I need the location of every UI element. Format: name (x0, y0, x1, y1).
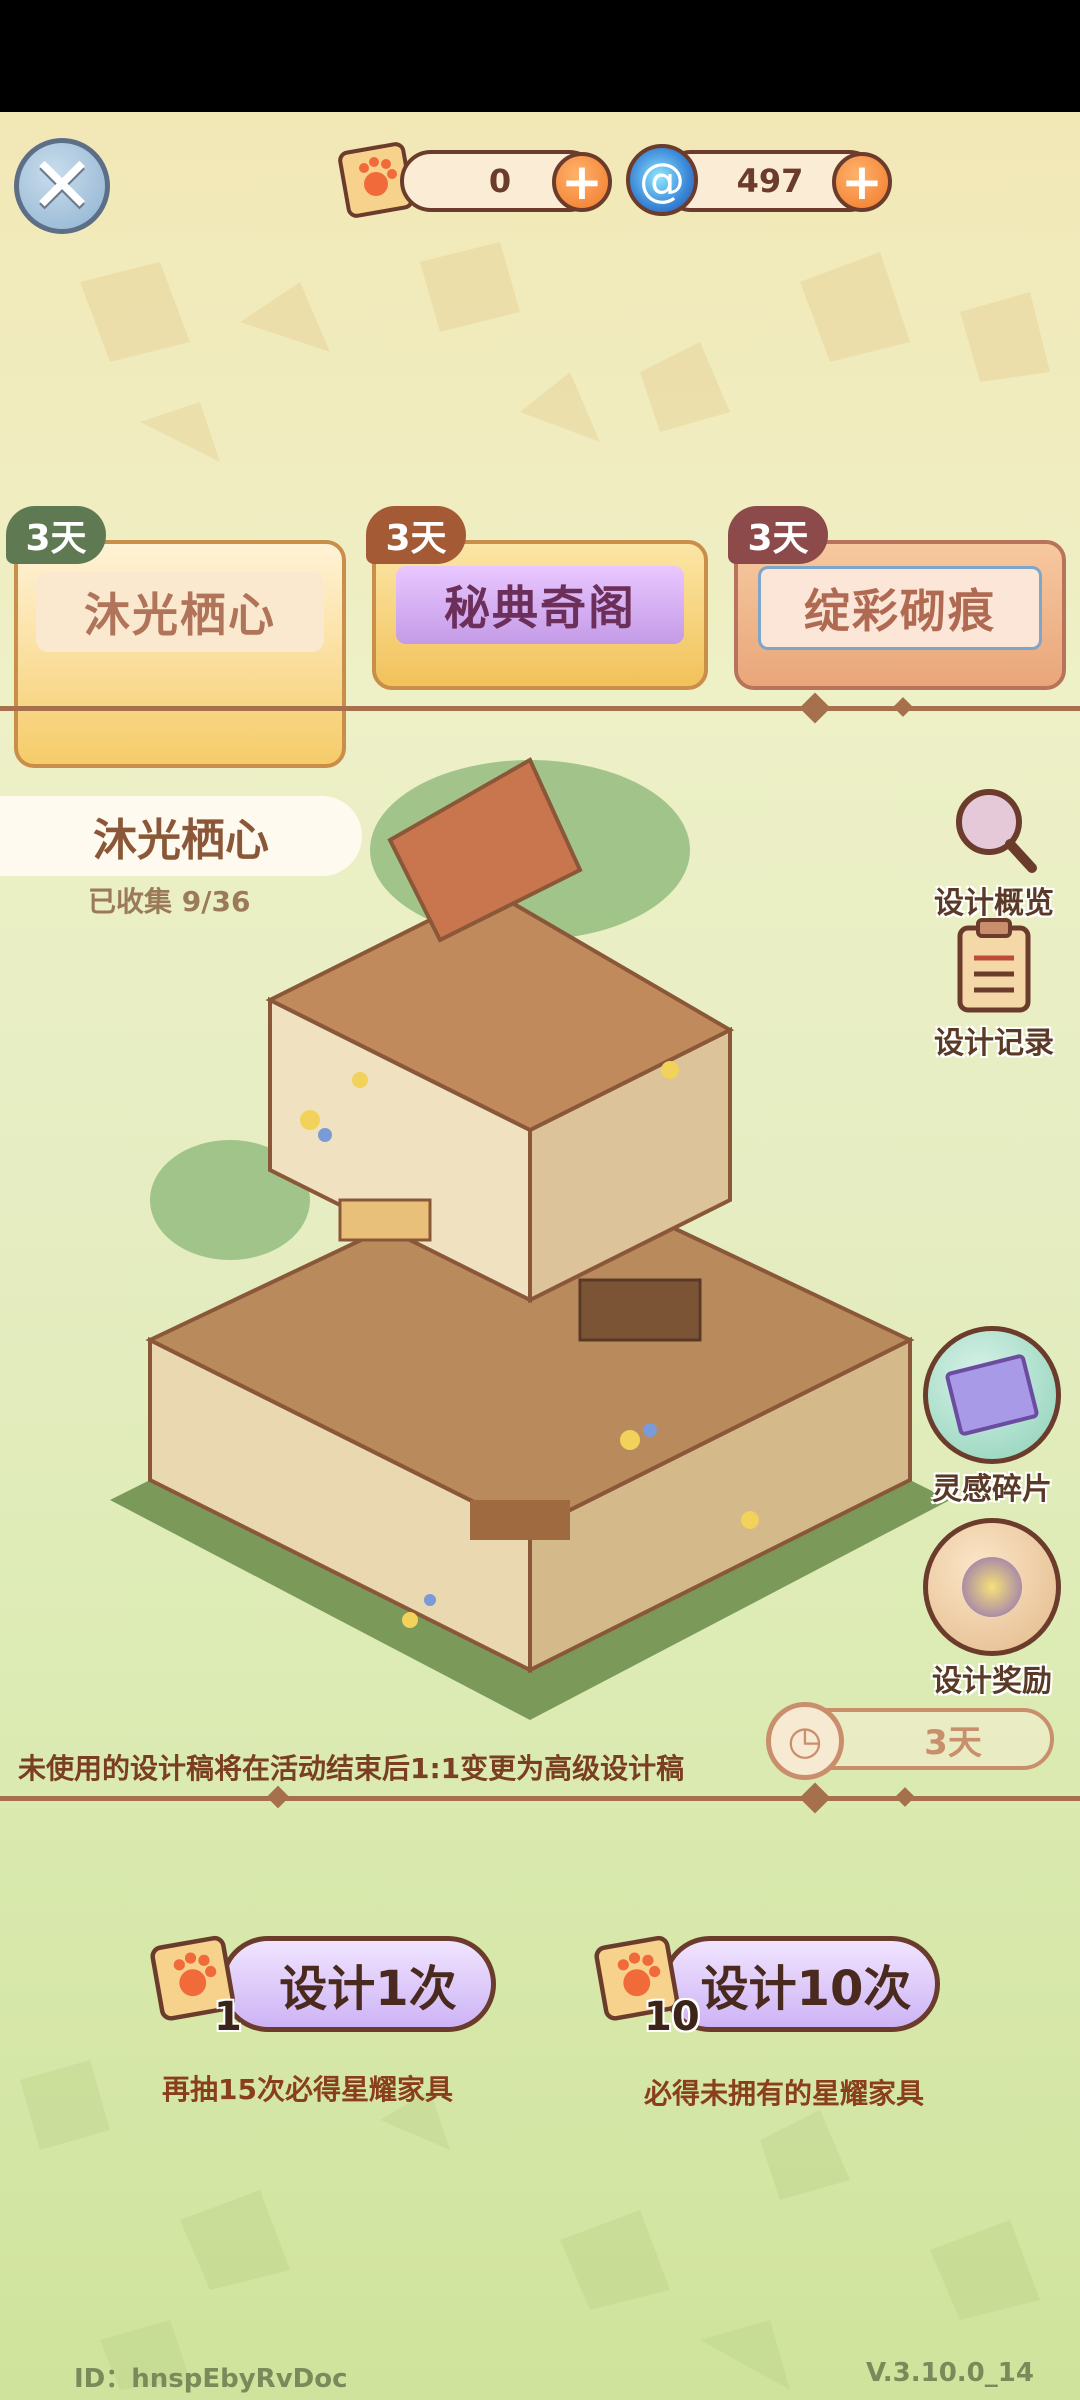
event-timer: ◷ 3天 (766, 1702, 1054, 1780)
tab-badge: 3天 (366, 506, 466, 564)
swirl-currency-icon: @ (626, 144, 698, 216)
confetti-decoration-bottom (20, 2060, 1040, 2390)
add-swirl-button[interactable]: + (832, 152, 892, 212)
add-paw-scroll-button[interactable]: + (552, 152, 612, 212)
divider-ornament (893, 697, 913, 717)
design-records-button[interactable]: 设计记录 (924, 918, 1064, 1062)
divider-ornament (895, 1787, 915, 1807)
tab-label: 秘典奇阁 (396, 566, 684, 644)
tab-label: 绽彩砌痕 (758, 566, 1042, 650)
design-once-button[interactable]: 设计1次 (220, 1936, 496, 2032)
design-ten-cost: 10 (644, 1994, 700, 2040)
clipboard-icon (957, 918, 1031, 1013)
conversion-notice: 未使用的设计稿将在活动结束后1:1变更为高级设计稿 (18, 1752, 685, 1785)
design-records-label: 设计记录 (934, 1026, 1054, 1061)
tab-badge: 3天 (728, 506, 828, 564)
design-once-cost: 1 (214, 1994, 242, 2040)
version-label: V.3.10.0_14 (866, 2358, 1034, 2388)
tab-label: 沐光栖心 (36, 572, 324, 652)
magnifier-icon (956, 789, 1037, 873)
fragment-icon (923, 1326, 1061, 1464)
divider-ornament (799, 692, 831, 724)
tab-badge: 3天 (6, 506, 106, 564)
clock-icon: ◷ (766, 1702, 844, 1780)
design-overview-label: 设计概览 (934, 886, 1054, 921)
close-icon: ✕ (29, 141, 95, 231)
tab-muguang[interactable]: 沐光栖心 (14, 540, 346, 768)
design-overview-button[interactable]: 设计概览 (924, 784, 1064, 922)
player-id: ID：hnspEbyRvDoc (74, 2364, 348, 2394)
design-ten-button[interactable]: 设计10次 (662, 1936, 940, 2032)
inspiration-fragments-label: 灵感碎片 (932, 1472, 1052, 1507)
design-rewards-button[interactable]: 设计奖励 (912, 1518, 1072, 1700)
divider-ornament (266, 1785, 290, 1809)
timer-value: 3天 (924, 1722, 982, 1763)
design-once-label: 设计1次 (279, 1961, 457, 2017)
reward-bouquet-icon (923, 1518, 1061, 1656)
close-button[interactable]: ✕ (14, 138, 110, 234)
bottom-divider (0, 1796, 1080, 1801)
design-rewards-label: 设计奖励 (932, 1664, 1052, 1699)
status-bar (0, 0, 1080, 112)
guarantee-note: 必得未拥有的星耀家具 (644, 2077, 925, 2110)
pity-counter-note: 再抽15次必得星耀家具 (162, 2073, 453, 2106)
house-illustration (110, 757, 950, 1720)
tabs-divider (0, 706, 1080, 711)
inspiration-fragments-button[interactable]: 灵感碎片 (912, 1326, 1072, 1508)
plus-icon: + (561, 153, 603, 211)
design-ten-label: 设计10次 (700, 1961, 912, 2017)
plus-icon: + (841, 153, 883, 211)
divider-ornament (799, 1782, 831, 1814)
